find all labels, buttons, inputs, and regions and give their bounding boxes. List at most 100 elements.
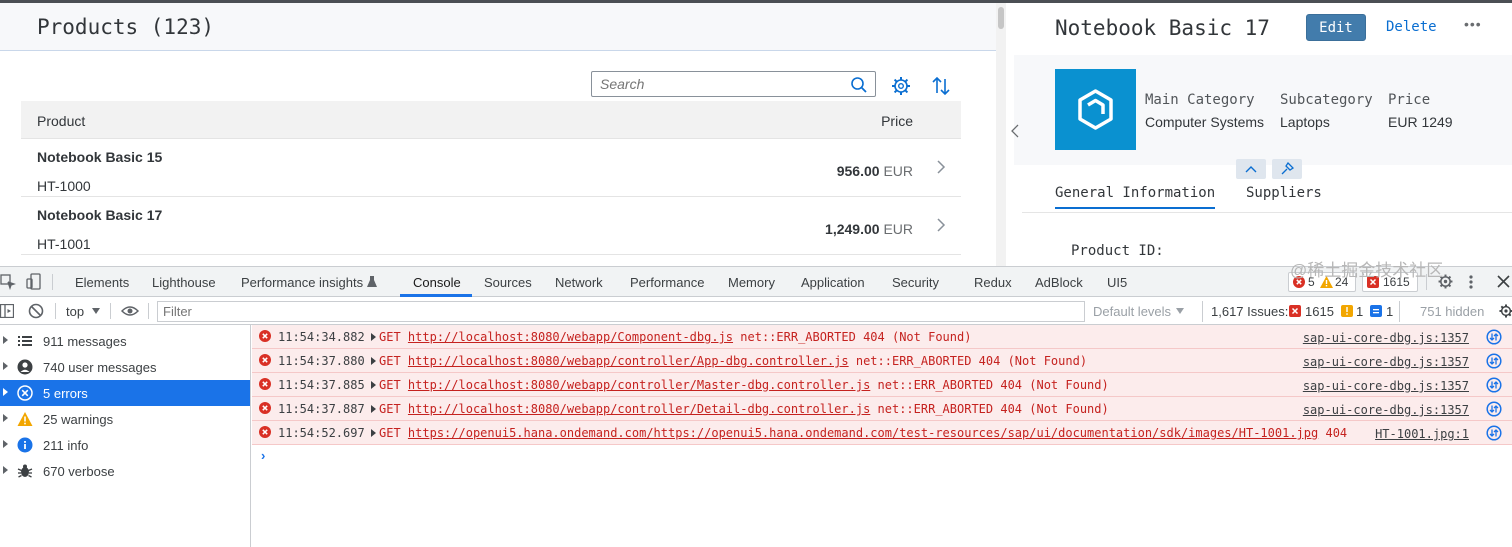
log-method: GET xyxy=(379,402,401,416)
issues-summary[interactable]: 1,617 Issues: 1615 1 1 xyxy=(1202,301,1400,322)
tab-redux[interactable]: Redux xyxy=(974,275,1012,290)
sidebar-item-info[interactable]: 211 info xyxy=(0,432,250,458)
tab-general-information[interactable]: General Information xyxy=(1055,185,1216,209)
search-field[interactable] xyxy=(591,71,876,97)
sidebar-item-label: 5 errors xyxy=(43,386,88,401)
sidebar-item-verbose[interactable]: 670 verbose xyxy=(0,458,250,484)
log-method: GET xyxy=(379,354,401,368)
live-expression-eye-icon[interactable] xyxy=(121,305,139,317)
log-url[interactable]: http://localhost:8080/webapp/controller/… xyxy=(408,378,870,392)
expand-triangle-icon[interactable] xyxy=(371,333,376,341)
master-scrollbar[interactable] xyxy=(996,3,1006,266)
log-method: GET xyxy=(379,378,401,392)
sidebar-item-label: 740 user messages xyxy=(43,360,157,375)
table-row[interactable]: Notebook Basic 15 HT-1000 956.00 EUR xyxy=(21,139,961,197)
expand-triangle-icon[interactable] xyxy=(371,381,376,389)
tab-memory[interactable]: Memory xyxy=(728,275,775,290)
inspect-element-icon[interactable] xyxy=(0,274,16,290)
tab-suppliers[interactable]: Suppliers xyxy=(1246,185,1322,201)
log-method: GET xyxy=(379,426,401,440)
console-sidebar: 911 messages 740 user messages 5 errors … xyxy=(0,325,251,547)
log-entry[interactable]: 11:54:37.887 GET http://localhost:8080/we… xyxy=(252,397,1512,421)
log-url[interactable]: http://localhost:8080/webapp/Component-d… xyxy=(408,330,733,344)
filter-field[interactable] xyxy=(157,301,1085,322)
search-icon[interactable] xyxy=(850,76,868,94)
tab-ui5[interactable]: UI5 xyxy=(1107,275,1127,290)
tab-sources[interactable]: Sources xyxy=(484,275,532,290)
log-source-link[interactable]: sap-ui-core-dbg.js:1357 xyxy=(1303,379,1469,393)
log-url[interactable]: https://openui5.hana.ondemand.com/https:… xyxy=(408,426,1318,440)
more-options-icon[interactable]: ••• xyxy=(1464,16,1488,38)
tab-performance[interactable]: Performance xyxy=(630,275,704,290)
clear-console-icon[interactable] xyxy=(28,303,44,319)
delete-button-label: Delete xyxy=(1386,19,1437,35)
tab-console[interactable]: Console xyxy=(413,275,461,290)
issue-error-icon xyxy=(1289,305,1301,317)
sidebar-item-errors[interactable]: 5 errors xyxy=(0,380,250,406)
expand-triangle-icon[interactable] xyxy=(371,429,376,437)
log-source-link[interactable]: HT-1001.jpg:1 xyxy=(1375,427,1469,441)
sidebar-toggle-icon[interactable] xyxy=(0,304,14,318)
log-url[interactable]: http://localhost:8080/webapp/controller/… xyxy=(408,354,849,368)
chevron-right-icon xyxy=(937,160,946,174)
context-selector[interactable]: top xyxy=(66,304,84,319)
filter-input[interactable] xyxy=(163,304,1063,319)
dropdown-arrow-icon xyxy=(1176,308,1184,314)
table-row[interactable]: Notebook Basic 17 HT-1001 1,249.00 EUR xyxy=(21,197,961,255)
collapse-header-button[interactable] xyxy=(1236,159,1266,179)
sidebar-item-messages[interactable]: 911 messages xyxy=(0,328,250,354)
log-source-link[interactable]: sap-ui-core-dbg.js:1357 xyxy=(1303,403,1469,417)
column-header-price[interactable]: Price xyxy=(881,113,913,129)
search-input[interactable] xyxy=(600,75,840,93)
log-entry[interactable]: 11:54:37.885 GET http://localhost:8080/we… xyxy=(252,373,1512,397)
delete-button[interactable]: Delete xyxy=(1378,14,1448,41)
log-url[interactable]: http://localhost:8080/webapp/controller/… xyxy=(408,402,870,416)
log-levels-dropdown[interactable]: Default levels xyxy=(1093,304,1171,319)
edit-button[interactable]: Edit xyxy=(1306,14,1366,41)
pin-header-button[interactable] xyxy=(1272,159,1302,179)
tab-security[interactable]: Security xyxy=(892,275,939,290)
network-request-icon[interactable] xyxy=(1486,401,1502,417)
log-source-link[interactable]: sap-ui-core-dbg.js:1357 xyxy=(1303,355,1469,369)
sidebar-item-warnings[interactable]: 25 warnings xyxy=(0,406,250,432)
price-amount: 956.00 xyxy=(836,163,880,179)
sidebar-item-user-messages[interactable]: 740 user messages xyxy=(0,354,250,380)
bug-icon xyxy=(17,464,33,478)
table-row[interactable] xyxy=(21,255,961,266)
log-timestamp: 11:54:37.887 xyxy=(278,402,365,416)
product-id: HT-1001 xyxy=(37,236,91,252)
edit-button-label: Edit xyxy=(1319,20,1353,36)
tab-adblock[interactable]: AdBlock xyxy=(1035,275,1083,290)
chevron-left-icon[interactable] xyxy=(1010,124,1020,138)
log-method: GET xyxy=(379,330,401,344)
device-toolbar-icon[interactable] xyxy=(26,273,42,291)
tab-performance-insights[interactable]: Performance insights xyxy=(241,275,363,290)
network-request-icon[interactable] xyxy=(1486,353,1502,369)
network-request-icon[interactable] xyxy=(1486,425,1502,441)
log-entry[interactable]: 11:54:37.880 GET http://localhost:8080/we… xyxy=(252,349,1512,373)
tab-application[interactable]: Application xyxy=(801,275,865,290)
attr-subcategory-value: Laptops xyxy=(1280,114,1330,130)
settings-gear-icon[interactable] xyxy=(890,75,912,97)
more-vertical-icon[interactable] xyxy=(1469,275,1473,289)
log-timestamp: 11:54:34.882 xyxy=(278,330,365,344)
scrollbar-thumb[interactable] xyxy=(998,7,1004,29)
sort-icon[interactable] xyxy=(930,75,952,97)
tab-network[interactable]: Network xyxy=(555,275,603,290)
devtools-tabbar: Elements Lighthouse Performance insights… xyxy=(0,267,1512,297)
column-header-product[interactable]: Product xyxy=(37,113,85,129)
log-entry[interactable]: 11:54:52.697 GET https://openui5.hana.ond… xyxy=(252,421,1512,445)
close-icon[interactable] xyxy=(1497,275,1510,288)
console-settings-gear-icon[interactable] xyxy=(1498,303,1512,319)
tab-elements[interactable]: Elements xyxy=(75,275,129,290)
console-log: 11:54:34.882 GET http://localhost:8080/we… xyxy=(252,325,1512,547)
expand-triangle-icon[interactable] xyxy=(371,357,376,365)
tab-lighthouse[interactable]: Lighthouse xyxy=(152,275,216,290)
product-id: HT-1000 xyxy=(37,178,91,194)
network-request-icon[interactable] xyxy=(1486,329,1502,345)
log-source-link[interactable]: sap-ui-core-dbg.js:1357 xyxy=(1303,331,1469,345)
network-request-icon[interactable] xyxy=(1486,377,1502,393)
console-prompt[interactable]: › xyxy=(261,448,265,463)
log-entry[interactable]: 11:54:34.882 GET http://localhost:8080/we… xyxy=(252,325,1512,349)
expand-triangle-icon[interactable] xyxy=(371,405,376,413)
